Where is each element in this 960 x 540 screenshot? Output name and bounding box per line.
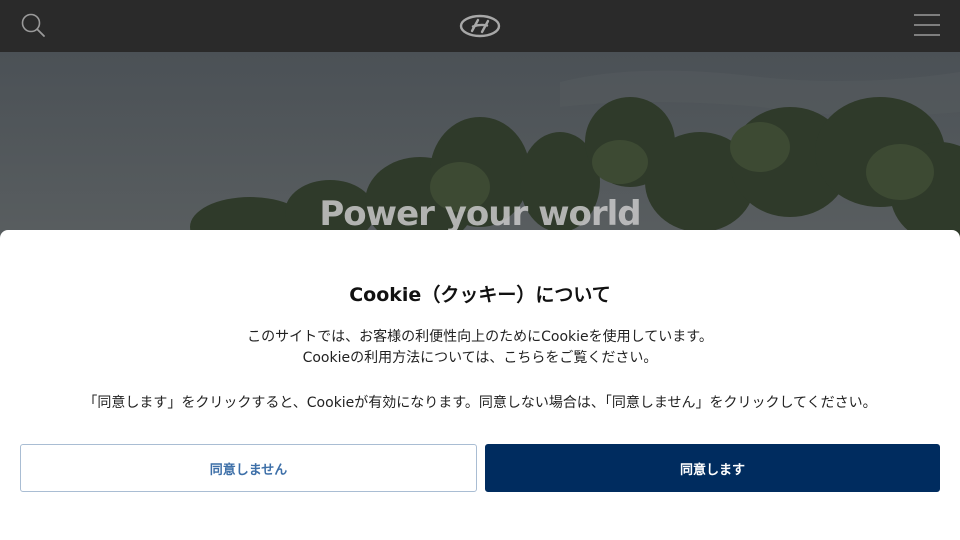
hamburger-menu-icon[interactable] — [912, 12, 942, 38]
accept-cookies-button[interactable]: 同意します — [485, 444, 940, 492]
hero-banner: Power your world — [0, 52, 960, 242]
search-icon[interactable] — [20, 12, 46, 38]
accept-button-label: 同意します — [679, 462, 745, 478]
hero-headline: Power your world — [319, 194, 641, 234]
decline-cookies-button[interactable]: 同意しません — [20, 444, 477, 492]
cookie-description-line1: このサイトでは、お客様の利便性向上のためにCookieを使用しています。 — [247, 329, 713, 345]
hyundai-logo[interactable] — [458, 14, 502, 38]
cookie-description-line2: Cookieの利用方法については、こちらをご覧ください。 — [302, 350, 658, 366]
decline-button-label: 同意しません — [209, 462, 288, 478]
cookie-dialog-title: Cookie（クッキー）について — [349, 284, 611, 306]
cookie-consent-dialog: Cookie（クッキー）について このサイトでは、お客様の利便性向上のためにCo… — [0, 230, 960, 540]
top-navigation-bar — [0, 0, 960, 52]
cookie-instruction-text: 「同意します」をクリックすると、Cookieが有効になります。同意しない場合は、… — [83, 395, 877, 411]
